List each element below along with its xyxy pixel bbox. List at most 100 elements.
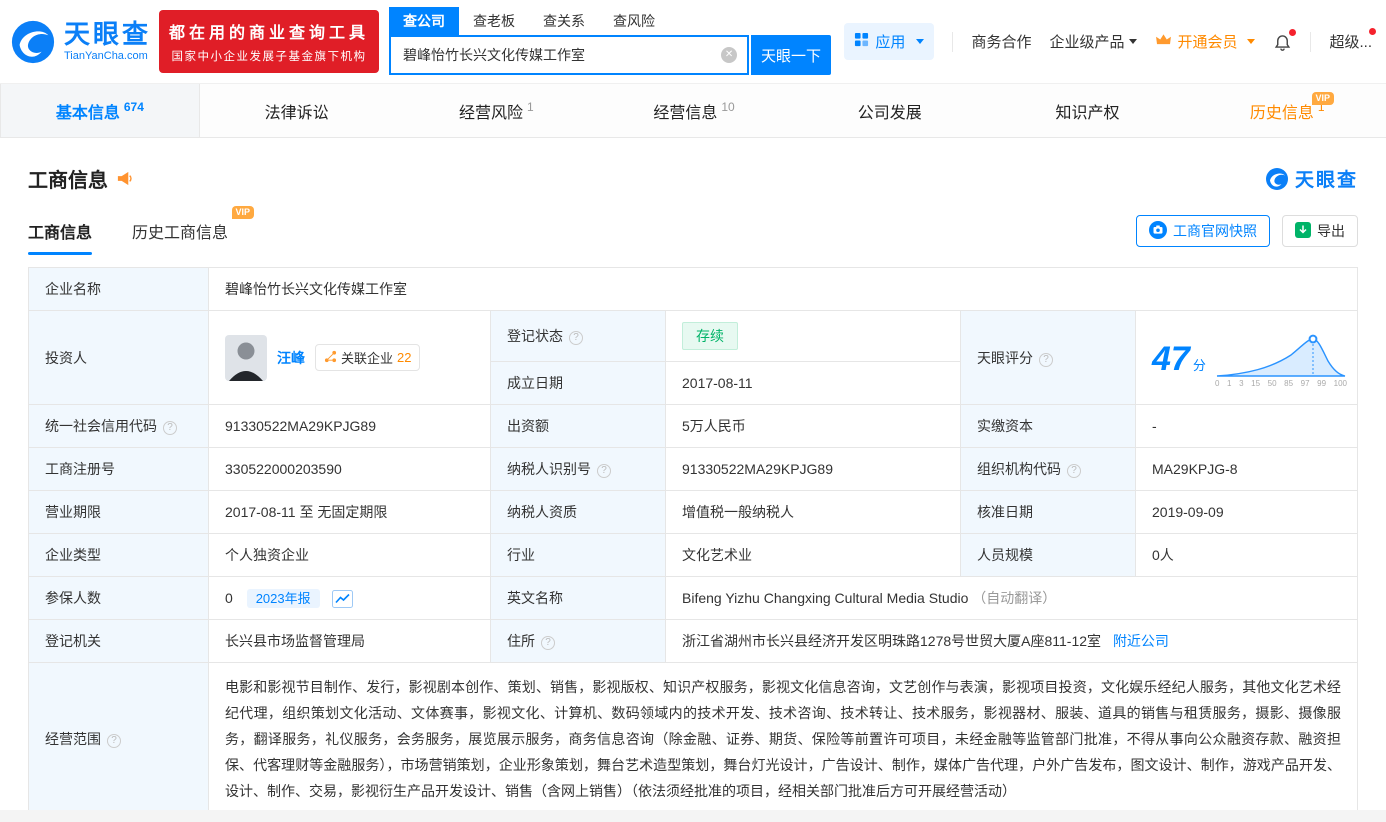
apps-grid-icon <box>854 32 869 51</box>
main-tab-intellectual-property[interactable]: 知识产权 <box>991 84 1189 137</box>
score-chart-axis: 0131550859799100 <box>1215 379 1347 388</box>
main-tab-history-info[interactable]: 历史信息1 VIP <box>1188 84 1386 137</box>
search-tab-company[interactable]: 查公司 <box>389 7 459 35</box>
english-name-value: Bifeng Yizhu Changxing Cultural Media St… <box>666 577 1358 620</box>
search-input[interactable] <box>391 47 721 63</box>
main-tab-company-development[interactable]: 公司发展 <box>793 84 991 137</box>
annual-report-badge[interactable]: 2023年报 <box>247 589 320 608</box>
export-button[interactable]: 导出 <box>1282 215 1358 247</box>
notification-dot <box>1369 28 1376 35</box>
reg-status-label: 登记状态? <box>491 311 666 362</box>
tab-count: 1 <box>527 100 534 114</box>
nav-divider <box>952 32 953 52</box>
search-area: 查公司 查老板 查关系 查风险 ✕ 天眼一下 <box>389 8 831 75</box>
reg-number-value: 330522000203590 <box>209 448 491 491</box>
approval-date-value: 2019-09-09 <box>1136 491 1358 534</box>
investor-label: 投资人 <box>29 311 209 405</box>
nav-enterprise-products[interactable]: 企业级产品 <box>1049 31 1137 52</box>
reg-status-value: 存续 <box>666 311 961 362</box>
main-tab-legal-proceedings[interactable]: 法律诉讼 <box>200 84 398 137</box>
industry-value: 文化艺术业 <box>666 534 961 577</box>
status-badge: 存续 <box>682 322 738 350</box>
credit-code-label: 统一社会信用代码? <box>29 405 209 448</box>
score-distribution-chart: 0131550859799100 <box>1215 332 1347 388</box>
score-unit: 分 <box>1193 358 1206 373</box>
auto-translate-note: （自动翻译） <box>972 590 1056 606</box>
main-content: 工商信息 天眼查 工商信息 历史工商信息 VIP 工商官网快照 <box>0 138 1386 816</box>
table-row: 经营范围? 电影和影视节目制作、发行，影视剧本创作、策划、销售，影视版权、知识产… <box>29 663 1358 816</box>
help-icon[interactable]: ? <box>1067 464 1081 478</box>
related-companies-badge[interactable]: 关联企业 22 <box>315 344 420 371</box>
help-icon[interactable]: ? <box>569 331 583 345</box>
investor-name-link[interactable]: 汪峰 <box>277 348 305 368</box>
slogan-badge: 都在用的商业查询工具 国家中小企业发展子基金旗下机构 <box>159 10 379 73</box>
address-value: 浙江省湖州市长兴县经济开发区明珠路1278号世贸大厦A座811-12室 附近公司 <box>666 620 1358 663</box>
business-scope-value: 电影和影视节目制作、发行，影视剧本创作、策划、销售，影视版权、知识产权服务，影视… <box>209 663 1358 816</box>
score-value: 47 <box>1152 340 1190 378</box>
help-icon[interactable]: ? <box>163 421 177 435</box>
subtab-business-registration[interactable]: 工商信息 <box>28 219 92 255</box>
help-icon[interactable]: ? <box>1039 353 1053 367</box>
taxpayer-quality-label: 纳税人资质 <box>491 491 666 534</box>
approval-date-label: 核准日期 <box>961 491 1136 534</box>
address-label: 住所? <box>491 620 666 663</box>
score-value-cell: 47分 0131550859799100 <box>1136 311 1358 405</box>
subtab-history-registration[interactable]: 历史工商信息 VIP <box>132 219 228 255</box>
score-label: 天眼评分? <box>961 311 1136 405</box>
trend-chart-button[interactable] <box>332 590 353 608</box>
help-icon[interactable]: ? <box>541 636 555 650</box>
nav-open-vip[interactable]: 开通会员 <box>1155 31 1255 52</box>
establish-date-label: 成立日期 <box>491 362 666 405</box>
org-code-value: MA29KPJG-8 <box>1136 448 1358 491</box>
clear-search-icon[interactable]: ✕ <box>721 47 737 63</box>
table-row: 企业类型 个人独资企业 行业 文化艺术业 人员规模 0人 <box>29 534 1358 577</box>
company-type-label: 企业类型 <box>29 534 209 577</box>
company-type-value: 个人独资企业 <box>209 534 491 577</box>
reg-authority-label: 登记机关 <box>29 620 209 663</box>
apps-label: 应用 <box>875 31 905 52</box>
establish-date-value: 2017-08-11 <box>666 362 961 405</box>
industry-label: 行业 <box>491 534 666 577</box>
main-tab-basic-info[interactable]: 基本信息674 <box>0 84 200 137</box>
notification-dot <box>1289 29 1296 36</box>
tianyancha-logo-icon <box>10 19 56 65</box>
search-box: ✕ <box>389 35 749 75</box>
tab-count: 674 <box>124 100 144 114</box>
main-tab-business-info[interactable]: 经营信息10 <box>595 84 793 137</box>
search-button[interactable]: 天眼一下 <box>751 35 831 75</box>
search-tab-relation[interactable]: 查关系 <box>529 7 599 35</box>
taxpayer-id-label: 纳税人识别号? <box>491 448 666 491</box>
nav-super-vip[interactable]: 超级... <box>1329 31 1372 52</box>
staff-size-value: 0人 <box>1136 534 1358 577</box>
section-title: 工商信息 <box>28 164 108 193</box>
snapshot-button[interactable]: 工商官网快照 <box>1136 215 1270 247</box>
megaphone-icon[interactable] <box>116 170 133 187</box>
main-tab-operation-risk[interactable]: 经营风险1 <box>397 84 595 137</box>
top-nav: 应用 商务合作 企业级产品 开通会员 超级... <box>844 23 1372 60</box>
apps-button[interactable]: 应用 <box>844 23 934 60</box>
help-icon[interactable]: ? <box>107 734 121 748</box>
company-section-tabs: 基本信息674 法律诉讼 经营风险1 经营信息10 公司发展 知识产权 历史信息… <box>0 83 1386 138</box>
table-row: 营业期限 2017-08-11 至 无固定期限 纳税人资质 增值税一般纳税人 核… <box>29 491 1358 534</box>
relation-graph-icon <box>324 350 337 366</box>
logo-domain-text: TianYanCha.com <box>64 50 151 62</box>
nav-business-cooperation[interactable]: 商务合作 <box>971 31 1031 52</box>
help-icon[interactable]: ? <box>597 464 611 478</box>
search-tab-risk[interactable]: 查风险 <box>599 7 669 35</box>
camera-icon <box>1149 221 1167 242</box>
investor-avatar[interactable] <box>225 335 267 381</box>
registration-subtabs: 工商信息 历史工商信息 VIP 工商官网快照 导出 <box>28 215 1358 255</box>
table-row: 企业名称 碧峰怡竹长兴文化传媒工作室 <box>29 268 1358 311</box>
company-name-label: 企业名称 <box>29 268 209 311</box>
business-info-table: 企业名称 碧峰怡竹长兴文化传媒工作室 投资人 汪峰 关联企业 22 <box>28 267 1358 816</box>
notification-bell-icon[interactable] <box>1273 32 1292 51</box>
credit-code-value: 91330522MA29KPJG89 <box>209 405 491 448</box>
insured-count-value: 0 2023年报 <box>209 577 491 620</box>
search-tab-boss[interactable]: 查老板 <box>459 7 529 35</box>
tab-count: 10 <box>721 100 734 114</box>
nearby-companies-link[interactable]: 附近公司 <box>1113 633 1169 649</box>
tianyancha-logo[interactable]: 天眼查 TianYanCha.com <box>10 19 151 65</box>
footer-strip <box>0 810 1386 822</box>
capital-value: 5万人民币 <box>666 405 961 448</box>
chevron-down-icon <box>1247 39 1255 44</box>
